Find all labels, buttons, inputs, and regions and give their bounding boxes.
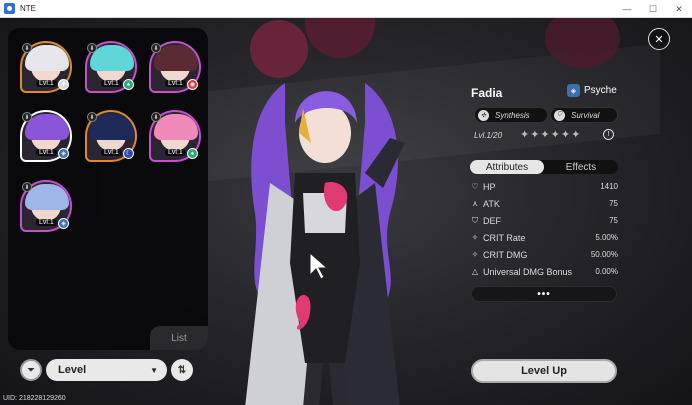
- element-row: ◈ Psyche: [567, 84, 617, 97]
- character-level: Lvl.1: [36, 219, 57, 226]
- stat-row: ♡ HP 1410: [470, 178, 618, 195]
- pin-icon: ⬇: [22, 43, 32, 53]
- element-icon: ♠: [123, 79, 134, 90]
- filter-button[interactable]: ⏷: [20, 359, 42, 381]
- character-slot[interactable]: ⬇ Lvl.1 ♠: [85, 41, 137, 93]
- level-up-button[interactable]: Level Up: [471, 359, 617, 383]
- tab-effects[interactable]: Effects: [544, 160, 618, 174]
- character-level: Lvl.1: [165, 149, 186, 156]
- stat-label: CRIT DMG: [483, 249, 528, 260]
- minimize-button[interactable]: —: [614, 0, 640, 18]
- character-slot[interactable]: ⬇ Lvl.1 ✥: [20, 41, 72, 93]
- character-level: Lvl.1: [36, 149, 57, 156]
- character-slot[interactable]: ⬇ Lvl.1 ◉: [149, 41, 201, 93]
- character-model[interactable]: [215, 63, 435, 405]
- stat-value: 75: [609, 199, 618, 208]
- element-icon: ♠: [187, 148, 198, 159]
- stat-row: △ Universal DMG Bonus 0.00%: [470, 263, 618, 280]
- stat-icon: ✧: [471, 233, 479, 242]
- psyche-icon: ◈: [567, 84, 580, 97]
- pin-icon: ⬇: [87, 43, 97, 53]
- synthesis-icon: ✣: [478, 109, 489, 121]
- stat-value: 50.00%: [590, 250, 618, 259]
- element-icon: ◈: [58, 148, 69, 159]
- uid-label: UID: 218228129260: [3, 395, 66, 402]
- pin-icon: ⬇: [22, 182, 32, 192]
- maximize-button[interactable]: ☐: [640, 0, 666, 18]
- character-slot[interactable]: ⬇ Lvl.1 ◈: [20, 180, 72, 232]
- sort-select-label: Level: [58, 364, 87, 376]
- window-titlebar: NTE — ☐ ✕: [0, 0, 692, 18]
- element-icon: ✥: [58, 79, 69, 90]
- stat-icon: △: [471, 267, 479, 276]
- trait-label: Survival: [571, 110, 600, 120]
- trait-label: Synthesis: [495, 110, 530, 120]
- stat-value: 0.00%: [595, 267, 618, 276]
- element-label: Psyche: [584, 85, 617, 96]
- window-close-button[interactable]: ✕: [666, 0, 692, 18]
- info-icon[interactable]: !: [603, 129, 614, 140]
- close-button[interactable]: ✕: [648, 28, 670, 50]
- stat-icon: ✧: [471, 250, 479, 259]
- stat-icon: ♡: [471, 182, 479, 191]
- level-info: Lvl.1/20: [474, 131, 503, 140]
- window-title: NTE: [20, 4, 36, 13]
- sort-order-button[interactable]: ⇅: [171, 359, 193, 381]
- pin-icon: ⬇: [151, 112, 161, 122]
- pin-icon: ⬇: [151, 43, 161, 53]
- element-icon: ◉: [187, 79, 198, 90]
- stat-label: Universal DMG Bonus: [483, 266, 573, 277]
- stat-label: ATK: [483, 198, 500, 209]
- character-level: Lvl.1: [101, 80, 122, 87]
- stat-row: ✧ CRIT DMG 50.00%: [470, 246, 618, 263]
- app-icon: [4, 3, 15, 14]
- character-level: Lvl.1: [165, 80, 186, 87]
- stat-label: CRIT Rate: [483, 232, 526, 243]
- character-name: Fadia: [471, 86, 503, 100]
- background-decoration: [305, 18, 375, 58]
- chevron-down-icon: ▼: [150, 365, 158, 375]
- pin-icon: ⬇: [22, 112, 32, 122]
- sort-select[interactable]: Level ▼: [46, 359, 167, 381]
- trait-badge[interactable]: ✣ Synthesis: [474, 107, 548, 123]
- pin-icon: ⬇: [87, 112, 97, 122]
- detail-tabs: Attributes Effects: [470, 160, 618, 174]
- stat-value: 1410: [600, 182, 618, 191]
- stat-list: ♡ HP 1410 ⋏ ATK 75 ⛉ DEF 75 ✧ CRIT Rate 5.00% ✧ CRIT …: [470, 178, 618, 280]
- trait-badge[interactable]: ⛉ Survival: [550, 107, 618, 123]
- stat-icon: ⋏: [472, 199, 478, 208]
- stat-row: ⋏ ATK 75: [470, 195, 618, 212]
- tab-attributes[interactable]: Attributes: [470, 160, 544, 174]
- character-level: Lvl.1: [36, 80, 57, 87]
- character-slot[interactable]: ⬇ Lvl.1 ☾: [85, 110, 137, 162]
- stat-label: HP: [483, 181, 496, 192]
- stat-value: 5.00%: [595, 233, 618, 242]
- character-level: Lvl.1: [101, 149, 122, 156]
- window-controls: — ☐ ✕: [614, 0, 692, 18]
- character-slot[interactable]: ⬇ Lvl.1 ♠: [149, 110, 201, 162]
- stat-label: DEF: [483, 215, 501, 226]
- element-icon: ◈: [58, 218, 69, 229]
- more-button[interactable]: •••: [471, 286, 617, 302]
- star-rank: ✦✦✦✦✦✦: [520, 129, 582, 141]
- element-icon: ☾: [123, 148, 134, 159]
- stat-row: ✧ CRIT Rate 5.00%: [470, 229, 618, 246]
- shield-icon: ⛉: [554, 109, 565, 121]
- stat-icon: ⛉: [472, 215, 478, 225]
- stat-value: 75: [609, 216, 618, 225]
- character-slot[interactable]: ⬇ Lvl.1 ◈: [20, 110, 72, 162]
- character-roster-panel: ⬇ Lvl.1 ✥ ⬇ Lvl.1 ♠ ⬇ Lvl.1 ◉ ⬇ Lvl.1 ◈ ⬇ Lvl.1 ☾ ⬇ Lvl.…: [8, 28, 208, 350]
- list-tab[interactable]: List: [150, 326, 208, 350]
- stat-row: ⛉ DEF 75: [470, 212, 618, 229]
